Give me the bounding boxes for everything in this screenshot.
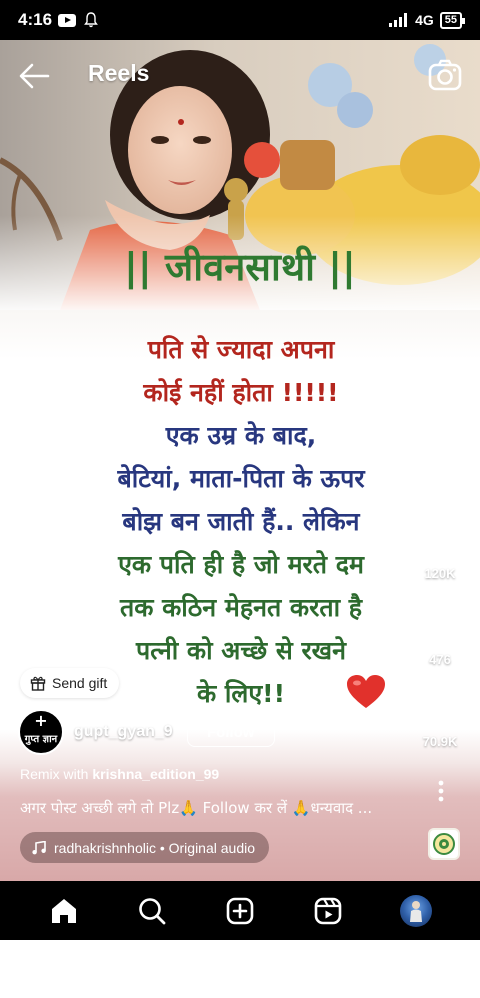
page-title: Reels bbox=[88, 60, 150, 86]
send-gift-button[interactable]: Send gift bbox=[20, 668, 120, 698]
nav-reels[interactable] bbox=[304, 887, 352, 935]
post-line: बेटियां, माता-पिता के ऊपर bbox=[117, 464, 365, 493]
back-arrow-icon[interactable] bbox=[18, 62, 50, 90]
author-username[interactable]: gupt_gyan_9 bbox=[74, 723, 173, 741]
profile-avatar[interactable] bbox=[400, 894, 432, 927]
reel-actions: 120K 476 70.9K bbox=[400, 40, 480, 881]
bell-icon bbox=[84, 12, 98, 28]
post-line: एक उम्र के बाद, bbox=[165, 421, 317, 450]
bottom-nav bbox=[0, 881, 480, 940]
audio-pill[interactable]: radhakrishnholic • Original audio bbox=[20, 832, 270, 863]
nav-search[interactable] bbox=[128, 887, 176, 935]
author-row: + गुप्त ज्ञान gupt_gyan_9 Follow bbox=[18, 709, 275, 755]
follow-plus-icon: + bbox=[34, 711, 48, 730]
gift-icon bbox=[30, 676, 46, 691]
avatar-text: गुप्त ज्ञान bbox=[24, 734, 58, 745]
comment-action[interactable]: 476 bbox=[400, 610, 480, 667]
send-gift-label: Send gift bbox=[52, 675, 108, 691]
post-line: कोई नहीं होता !!!!! bbox=[143, 378, 339, 407]
author-avatar[interactable]: + गुप्त ज्ञान bbox=[18, 709, 64, 755]
red-heart-icon bbox=[347, 675, 385, 708]
like-action[interactable]: 120K bbox=[400, 526, 480, 581]
share-count: 70.9K bbox=[422, 734, 458, 749]
home-icon[interactable] bbox=[50, 897, 78, 925]
remix-prefix: Remix with bbox=[20, 766, 93, 782]
nav-home[interactable] bbox=[40, 887, 88, 935]
more-options-icon[interactable] bbox=[438, 780, 444, 802]
create-icon[interactable] bbox=[226, 897, 254, 925]
post-caption[interactable]: अगर पोस्ट अच्छी लगे तो Plz🙏 Follow कर ले… bbox=[20, 798, 420, 818]
post-line: तक कठिन मेहनत करता है bbox=[119, 593, 363, 622]
nav-profile[interactable] bbox=[392, 887, 440, 935]
reels-icon[interactable] bbox=[314, 897, 342, 925]
remix-user[interactable]: krishna_edition_99 bbox=[92, 766, 219, 782]
share-action[interactable]: 70.9K bbox=[400, 694, 480, 749]
share-icon[interactable] bbox=[424, 694, 456, 726]
like-count: 120K bbox=[424, 566, 456, 581]
battery-icon: 55 bbox=[439, 11, 466, 29]
comment-icon[interactable] bbox=[423, 610, 457, 644]
post-line: पति से ज्यादा अपना bbox=[147, 335, 335, 364]
youtube-notification-icon bbox=[58, 13, 77, 27]
nav-create[interactable] bbox=[216, 887, 264, 935]
post-line: एक पति ही है जो मरते दम bbox=[118, 550, 364, 579]
network-type: 4G bbox=[415, 12, 434, 28]
post-text: पति से ज्यादा अपना कोई नहीं होता !!!!! ए… bbox=[96, 328, 386, 715]
search-icon[interactable] bbox=[138, 897, 166, 925]
remix-info[interactable]: Remix with krishna_edition_99 bbox=[20, 766, 219, 782]
status-time: 4:16 bbox=[18, 10, 53, 29]
music-note-icon bbox=[32, 840, 46, 854]
audio-thumbnail[interactable] bbox=[428, 828, 460, 860]
post-line: पत्नी को अच्छे से रखने bbox=[136, 636, 346, 665]
audio-logo-icon bbox=[433, 833, 455, 855]
reel-viewer[interactable]: Reels || जीवनसाथी || पति से ज्यादा अपना … bbox=[0, 40, 480, 881]
comment-count: 476 bbox=[429, 652, 451, 667]
follow-button[interactable]: Follow bbox=[186, 717, 275, 747]
heart-icon[interactable] bbox=[423, 526, 457, 558]
post-line: बोझ बन जाती हैं.. लेकिन bbox=[122, 507, 360, 536]
status-bar: 4:16 4G 55 bbox=[0, 0, 480, 40]
post-line: के लिए!! bbox=[197, 679, 285, 708]
status-right: 4G 55 bbox=[389, 11, 466, 29]
blank-area bbox=[0, 940, 480, 998]
battery-level: 55 bbox=[444, 14, 457, 26]
profile-figure-icon bbox=[410, 900, 422, 922]
signal-icon bbox=[389, 13, 408, 27]
audio-label: radhakrishnholic • Original audio bbox=[54, 839, 256, 856]
